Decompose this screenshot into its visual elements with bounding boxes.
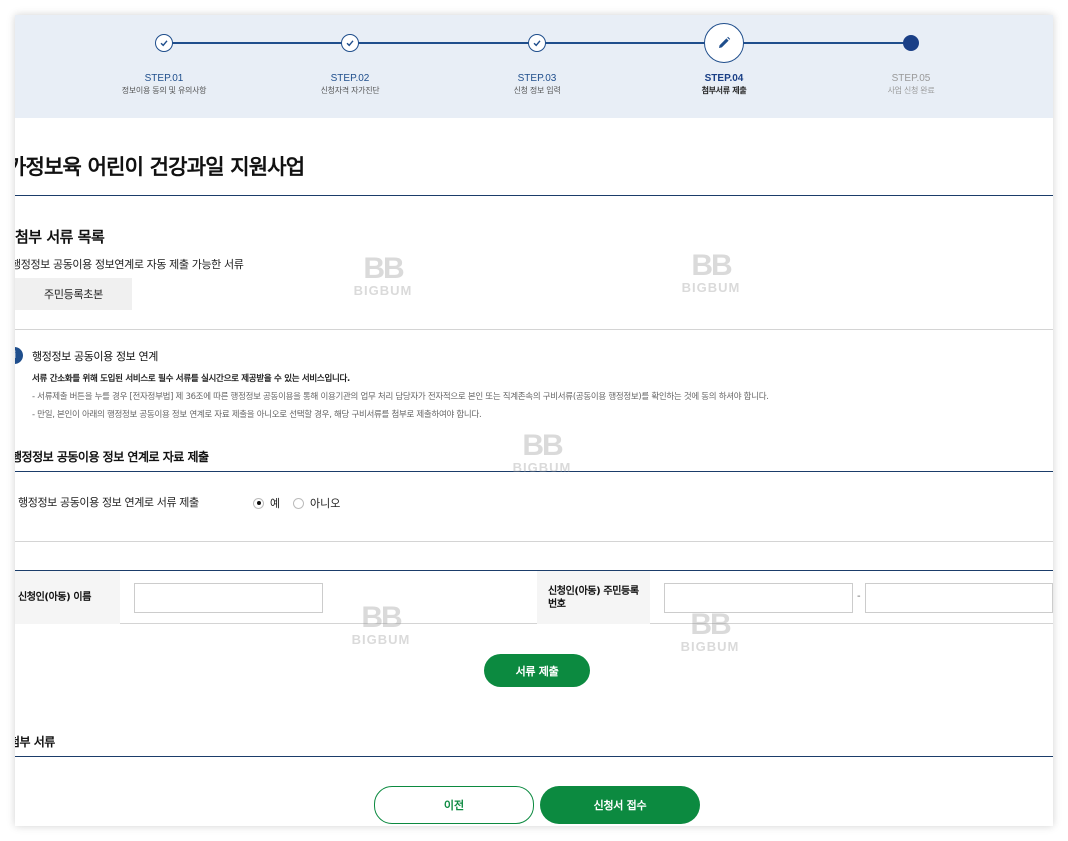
step-4: STEP.04 첨부서류 제출: [634, 15, 814, 96]
step-2: STEP.02 신청자격 자가진단: [260, 15, 440, 96]
document-chip: 주민등록초본: [15, 278, 132, 310]
auto-submit-label: 행정정보 공동이용 정보연계로 자동 제출 가능한 서류: [15, 258, 244, 271]
submission-question: 행정정보 공동이용 정보 연계로 서류 제출: [18, 496, 199, 509]
progress-stepper: STEP.01 정보이용 동의 및 유의사항 STEP.02 신청자격 자가진단…: [15, 15, 1053, 118]
watermark-logo: BB BIGBUM: [681, 249, 741, 295]
applicant-form-row: 신청인(아동) 이름 신청인(아동) 주민등록 번호 -: [15, 570, 1053, 624]
attached-title: 첨부 서류: [15, 735, 55, 749]
step-sub: 신청 정보 입력: [513, 86, 561, 95]
step-label: STEP.04: [704, 73, 744, 84]
info-title: 행정정보 공동이용 정보 연계: [32, 350, 158, 363]
info-line: - 서류제출 버튼을 누를 경우 [전자정부법] 제 36조에 따른 행정정보 …: [32, 392, 769, 402]
step-sub: 신청자격 자가진단: [320, 86, 380, 95]
check-icon: [155, 34, 173, 52]
rrn-first-input[interactable]: [664, 583, 853, 613]
step-sub: 사업 신청 완료: [887, 86, 935, 95]
info-icon: i: [15, 347, 23, 364]
check-icon: [341, 34, 359, 52]
radio-no-label: 아니오: [310, 497, 341, 510]
application-window: STEP.01 정보이용 동의 및 유의사항 STEP.02 신청자격 자가진단…: [15, 15, 1053, 826]
page-title: 가정보육 어린이 건강과일 지원사업: [15, 155, 305, 179]
prev-button[interactable]: 이전: [374, 786, 534, 824]
info-line: 서류 간소화를 위해 도입된 서비스로 필수 서류를 실시간으로 제공받을 수 …: [32, 374, 350, 384]
radio-yes-label: 예: [270, 497, 281, 510]
attachments-title: 첨부 서류 목록: [15, 228, 105, 246]
rrn-label: 신청인(아동) 주민등록 번호: [537, 571, 650, 624]
attached-divider: [15, 756, 1053, 757]
apply-button[interactable]: 신청서 접수: [540, 786, 700, 824]
rrn-dash: -: [857, 591, 861, 602]
step-sub: 첨부서류 제출: [701, 86, 747, 95]
step-label: STEP.02: [330, 73, 370, 84]
radio-no-circle[interactable]: [293, 497, 304, 509]
name-label: 신청인(아동) 이름: [15, 571, 120, 624]
info-line: - 만일, 본인이 아래의 행정정보 공동이용 정보 연계로 자료 제출을 아니…: [32, 410, 482, 420]
step-5: STEP.05 사업 신청 완료: [821, 15, 1001, 96]
step-label: STEP.01: [144, 73, 184, 84]
check-icon: [528, 34, 546, 52]
rrn-second-input[interactable]: [865, 583, 1053, 613]
step-1: STEP.01 정보이용 동의 및 유의사항: [74, 15, 254, 96]
title-divider: [15, 195, 1053, 196]
radio-yes-circle[interactable]: [253, 497, 264, 509]
pencil-icon: [704, 23, 744, 63]
step-sub: 정보이용 동의 및 유의사항: [121, 86, 207, 95]
step-label: STEP.03: [517, 73, 557, 84]
dot-icon: [903, 35, 919, 51]
submission-title: 행정정보 공동이용 정보 연계로 자료 제출: [15, 450, 209, 464]
watermark-logo: BB BIGBUM: [353, 252, 413, 298]
name-input[interactable]: [134, 583, 323, 613]
submission-divider: [15, 471, 1053, 472]
watermark-logo: BB BIGBUM: [512, 429, 572, 475]
submit-docs-button[interactable]: 서류 제출: [484, 654, 590, 687]
radio-yes[interactable]: 예: [253, 495, 280, 511]
section-divider: [15, 541, 1053, 542]
step-3: STEP.03 신청 정보 입력: [447, 15, 627, 96]
section-divider: [15, 329, 1053, 330]
radio-no[interactable]: 아니오: [293, 495, 340, 511]
step-label: STEP.05: [891, 73, 931, 84]
